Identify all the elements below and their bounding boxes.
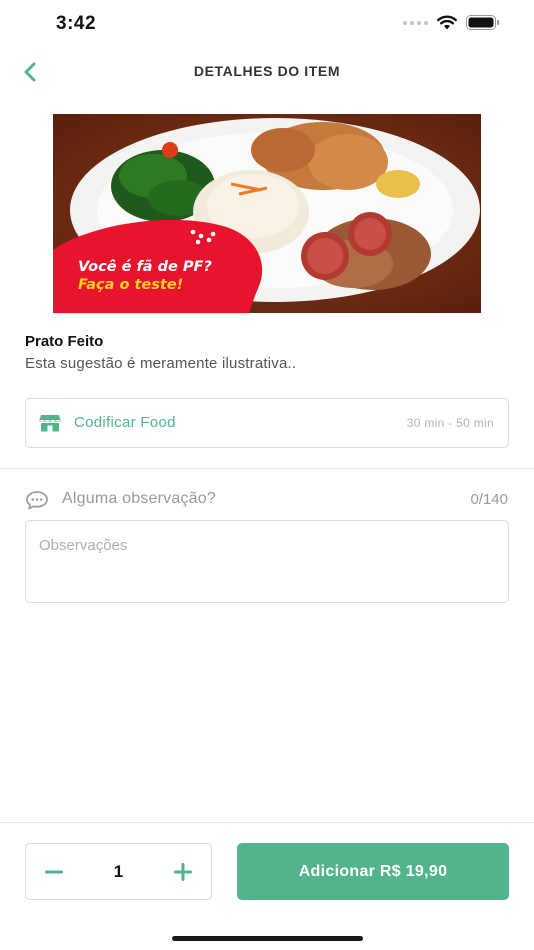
home-indicator[interactable]: [172, 936, 363, 941]
observation-char-counter: 0/140: [470, 491, 508, 508]
cellular-signal-icon: [403, 20, 428, 25]
decrease-quantity-button[interactable]: [26, 844, 82, 899]
plus-icon: [174, 862, 192, 881]
store-card[interactable]: Codificar Food 30 min - 50 min: [25, 398, 509, 448]
product-image: Você é fã de PF? Faça o teste!: [53, 114, 481, 313]
wifi-icon: [437, 15, 457, 30]
item-description: Esta sugestão é meramente ilustrativa..: [25, 355, 297, 372]
observation-label: Alguma observação?: [62, 490, 216, 507]
store-name: Codificar Food: [74, 414, 176, 431]
status-time: 3:42: [56, 13, 97, 34]
observations-textarea[interactable]: [25, 520, 509, 603]
store-icon: [39, 415, 61, 432]
navigation-bar: DETALHES DO ITEM: [0, 48, 534, 96]
minus-icon: [45, 870, 63, 873]
status-bar: 3:42: [0, 0, 534, 48]
add-to-cart-button[interactable]: Adicionar R$ 19,90: [237, 843, 509, 900]
item-name: Prato Feito: [25, 333, 104, 350]
quantity-value: 1: [113, 862, 124, 881]
footer-divider: [0, 822, 534, 823]
quantity-stepper: 1: [25, 843, 212, 900]
section-divider: [0, 468, 534, 469]
battery-icon: [466, 15, 500, 30]
page-title: DETALHES DO ITEM: [193, 63, 341, 79]
promo-text: Você é fã de PF? Faça o teste!: [78, 258, 212, 294]
chat-bubble-icon: [26, 491, 48, 510]
promo-line-2: Faça o teste!: [78, 277, 184, 293]
delivery-time: 30 min - 50 min: [406, 416, 494, 430]
promo-line-1: Você é fã de PF?: [78, 259, 212, 275]
status-icons: [403, 15, 500, 30]
increase-quantity-button[interactable]: [155, 844, 211, 899]
